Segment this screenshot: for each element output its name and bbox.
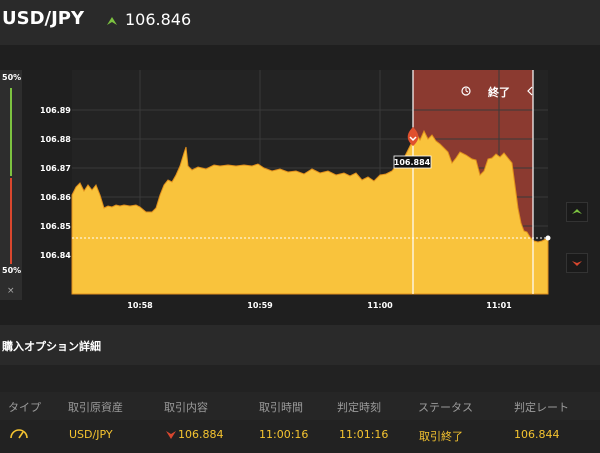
col-header-asset: 取引原資産 xyxy=(68,401,123,414)
down-arrow-icon xyxy=(166,431,176,439)
cell-judge-time: 11:01:16 xyxy=(339,428,389,441)
up-arrow-icon xyxy=(572,209,582,214)
table-spacer xyxy=(0,365,600,392)
x-tick-label: 10:59 xyxy=(247,301,273,310)
expiry-label: 終了 xyxy=(488,85,510,99)
x-tick-label: 10:58 xyxy=(127,301,153,310)
call-button[interactable] xyxy=(566,202,588,222)
current-rate: 106.846 xyxy=(125,10,192,29)
y-tick-label: 106.86 xyxy=(40,193,71,202)
y-axis: 106.89 106.88 106.87 106.86 106.85 106.8… xyxy=(40,106,71,260)
price-chart: 106.89 106.88 106.87 106.86 106.85 106.8… xyxy=(40,70,551,310)
cell-rate: 106.844 xyxy=(514,428,560,441)
entry-price-label: 106.884 xyxy=(394,158,431,167)
y-tick-label: 106.85 xyxy=(40,222,71,231)
up-arrow-icon xyxy=(107,17,117,25)
x-axis: 10:58 10:59 11:00 11:01 xyxy=(127,301,512,310)
x-tick-label: 11:00 xyxy=(367,301,393,310)
col-header-judge-time: 判定時刻 xyxy=(337,401,381,414)
col-header-time: 取引時間 xyxy=(259,401,303,414)
y-tick-label: 106.84 xyxy=(40,251,71,260)
cell-asset: USD/JPY xyxy=(69,428,113,441)
cell-status: 取引終了 xyxy=(419,430,463,443)
cell-content: 106.884 xyxy=(178,428,224,441)
y-tick-label: 106.88 xyxy=(40,135,71,144)
put-button[interactable] xyxy=(566,253,588,273)
gauge-icon xyxy=(10,429,28,439)
section-title: 購入オプション詳細 xyxy=(2,340,101,353)
current-rate-dot xyxy=(545,235,551,241)
col-header-rate: 判定レート xyxy=(514,401,569,414)
cell-time: 11:00:16 xyxy=(259,428,309,441)
x-tick-label: 11:01 xyxy=(486,301,512,310)
header-bar: USD/JPY 106.846 xyxy=(0,0,600,45)
col-header-status: ステータス xyxy=(418,401,473,414)
col-header-type: タイプ xyxy=(8,401,41,414)
col-header-content: 取引内容 xyxy=(164,401,208,414)
currency-pair: USD/JPY xyxy=(2,8,85,29)
y-tick-label: 106.87 xyxy=(40,164,71,173)
down-arrow-icon xyxy=(572,261,582,266)
y-tick-label: 106.89 xyxy=(40,106,71,115)
